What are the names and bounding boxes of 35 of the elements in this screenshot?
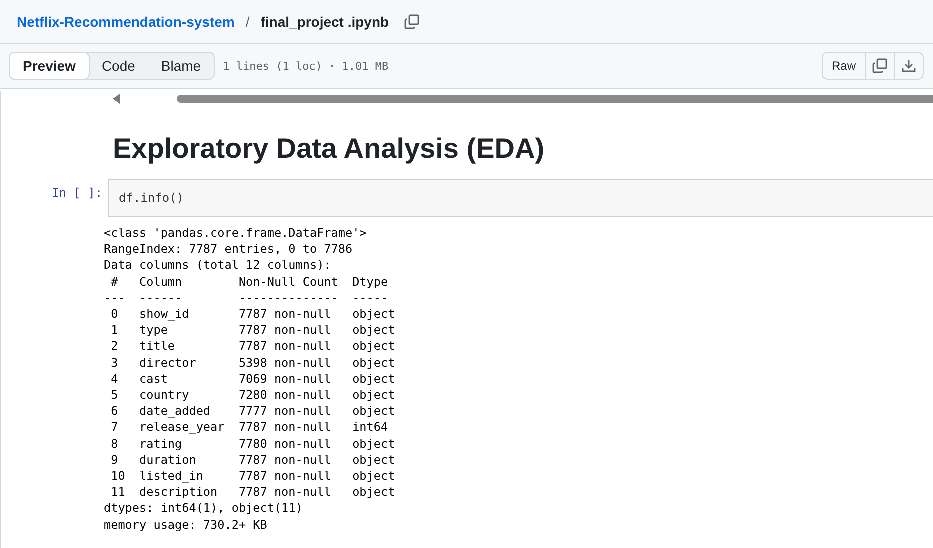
code-text: df.info() [119, 191, 184, 205]
section-heading: Exploratory Data Analysis (EDA) [113, 133, 546, 165]
path-separator: / [246, 14, 250, 30]
output-line: Data columns (total 12 columns): [104, 257, 332, 274]
copy-icon [404, 14, 420, 30]
output-line: 8 rating 7780 non-null object [110, 436, 396, 452]
output-line: 3 director 5398 non-null object [110, 354, 396, 371]
output-line: dtypes: int64(1), object(11) [104, 500, 303, 517]
view-tab[interactable]: Preview [9, 52, 90, 80]
scroll-left-icon[interactable] [113, 94, 121, 104]
output-line: 9 duration 7787 non-null object [110, 452, 396, 468]
output-line: 2 title 7787 non-null object [110, 338, 396, 355]
output-line: RangeIndex: 7787 entries, 0 to 7786 [104, 241, 353, 258]
output-line: 0 show_id 7787 non-null object [110, 306, 396, 322]
output-line: # Column Non-Null Count Dtype [110, 274, 390, 290]
output-line: 4 cast 7069 non-null object [110, 370, 396, 388]
copy-icon [872, 58, 888, 74]
download-icon [901, 58, 917, 74]
output-line: 5 country 7280 non-null object [110, 387, 396, 404]
output-line: 7 release_year 7787 non-null int64 [110, 419, 390, 436]
output-line: 1 type 7787 non-null object [110, 322, 396, 338]
horizontal-scrollbar-thumb[interactable] [177, 95, 933, 103]
output-line: 6 date_added 7777 non-null object [110, 403, 396, 420]
cell-prompt: In [ ]: [52, 186, 104, 200]
repo-link[interactable]: Netflix-Recommendation-system [17, 14, 235, 30]
output-line: <class 'pandas.core.frame.DataFrame'> [104, 225, 367, 242]
file-name: final_project .ipynb [260, 14, 390, 30]
output-line: --- ------ -------------- ----- [104, 290, 390, 306]
raw-button[interactable]: Raw [822, 53, 865, 79]
output-line: 10 listed_in 7787 non-null object [110, 468, 396, 484]
output-line: 11 description 7787 non-null object [110, 484, 396, 500]
view-tab[interactable]: Code [88, 53, 148, 79]
view-tab[interactable]: Blame [148, 53, 214, 79]
file-info: 1 lines (1 loc) · 1.01 MB [223, 60, 389, 72]
output-line: memory usage: 730.2+ KB [104, 516, 268, 533]
